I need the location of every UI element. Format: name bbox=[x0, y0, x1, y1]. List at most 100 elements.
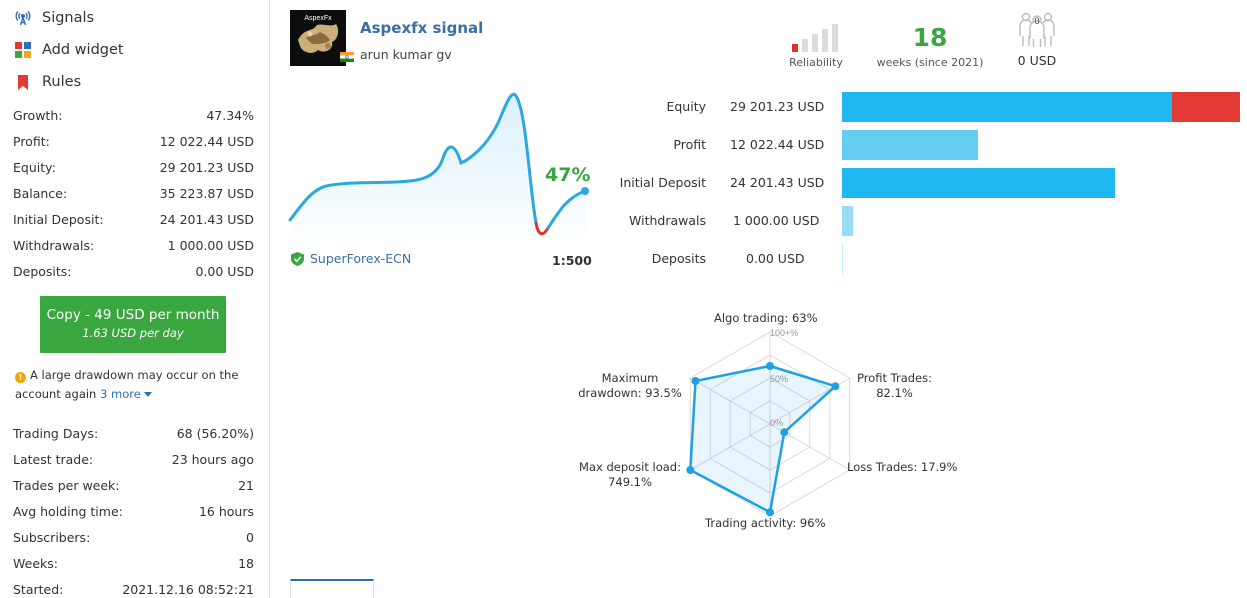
warning-icon: ! bbox=[15, 372, 26, 383]
reliability-bars bbox=[780, 22, 852, 52]
bar-equity[interactable] bbox=[842, 92, 1172, 122]
radar-point[interactable] bbox=[780, 428, 789, 437]
bar-label: Deposits bbox=[651, 251, 706, 266]
drawdown-segment bbox=[534, 221, 550, 236]
reliability-bar bbox=[832, 24, 838, 52]
bar-label-deposits: Deposits bbox=[600, 244, 706, 274]
sidebar-item-label: Rules bbox=[42, 74, 82, 90]
stat-subscribers: Subscribers: 0 bbox=[13, 527, 254, 547]
antenna-icon bbox=[14, 9, 32, 27]
stat-value: 0.00 USD bbox=[195, 263, 254, 279]
stat-label: Trades per week: bbox=[13, 477, 120, 493]
reliability-indicator: Reliability bbox=[780, 22, 852, 69]
radar-label-algo-trading: Algo trading: 63% bbox=[714, 311, 818, 325]
subscribers-count: 0 bbox=[1034, 16, 1039, 26]
growth-percent: 47% bbox=[545, 164, 591, 186]
bar-profit[interactable] bbox=[842, 130, 978, 160]
bar-withdrawals[interactable] bbox=[842, 206, 854, 236]
copy-button-label: Copy - 49 USD per month bbox=[46, 307, 220, 323]
stat-latest-trade: Latest trade: 23 hours ago bbox=[13, 449, 254, 469]
stat-label: Growth: bbox=[13, 107, 63, 123]
radar-label-loss-trades: Loss Trades: 17.9% bbox=[847, 460, 958, 474]
weeks-label: weeks (since 2021) bbox=[876, 56, 984, 69]
stat-value: 68 (56.20%) bbox=[176, 425, 254, 441]
radar-point[interactable] bbox=[686, 466, 695, 474]
stat-value: 18 bbox=[238, 555, 254, 571]
subscribers-funds: 0 USD bbox=[1017, 53, 1057, 68]
drawdown-warning: ! A large drawdown may occur on the accou… bbox=[15, 366, 255, 404]
reliability-bar bbox=[792, 44, 798, 52]
radar-label-max-drawdown: Maximum drawdown: 93.5% bbox=[578, 371, 682, 400]
copy-button[interactable]: Copy - 49 USD per month 1.63 USD per day bbox=[40, 296, 226, 353]
sidebar-item-label: Add widget bbox=[42, 42, 124, 58]
bar-value-withdrawals: 1 000.00 USD bbox=[733, 213, 820, 228]
stat-label: Weeks: bbox=[13, 555, 58, 571]
stat-label: Subscribers: bbox=[13, 529, 91, 545]
stat-value: 12 022.44 USD bbox=[159, 133, 254, 149]
stat-label: Started: bbox=[13, 581, 64, 597]
stat-balance: Balance: 35 223.87 USD bbox=[13, 183, 254, 203]
stat-profit: Profit: 12 022.44 USD bbox=[13, 131, 254, 151]
signal-avatar[interactable]: AspexFx bbox=[290, 10, 346, 66]
reliability-bar bbox=[822, 29, 828, 52]
growth-area bbox=[290, 94, 586, 248]
stat-value: 2021.12.16 08:52:21 bbox=[122, 581, 254, 597]
bar-deposits[interactable] bbox=[842, 244, 843, 274]
sidebar-item-signals[interactable]: Signals bbox=[14, 6, 94, 30]
radar-scale-label: 100+% bbox=[770, 328, 798, 338]
shield-check-icon bbox=[291, 251, 304, 266]
stat-value: 21 bbox=[238, 477, 254, 493]
stat-started: Started: 2021.12.16 08:52:21 bbox=[13, 579, 254, 598]
broker-name: SuperForex-ECN bbox=[310, 251, 412, 266]
sidebar-item-rules[interactable]: Rules bbox=[14, 70, 81, 94]
stat-value: 24 201.43 USD bbox=[159, 211, 254, 227]
sidebar-item-add-widget[interactable]: Add widget bbox=[14, 38, 124, 62]
stat-label: Avg holding time: bbox=[13, 503, 123, 519]
bar-value-deposits: 0.00 USD bbox=[746, 251, 805, 266]
copy-button-sub: 1.63 USD per day bbox=[82, 326, 184, 340]
stat-label: Withdrawals: bbox=[13, 237, 95, 253]
more-link[interactable]: 3 more bbox=[100, 387, 152, 401]
stat-label: Balance: bbox=[13, 185, 68, 201]
stat-value: 23 hours ago bbox=[171, 451, 254, 467]
radar-label-max-deposit-load: Max deposit load: 749.1% bbox=[579, 460, 681, 489]
stat-label: Profit: bbox=[13, 133, 50, 149]
bar-label-profit: Profit bbox=[600, 130, 706, 160]
reliability-label: Reliability bbox=[789, 56, 843, 69]
chevron-down-icon bbox=[143, 392, 152, 397]
stat-trading-days: Trading Days: 68 (56.20%) bbox=[13, 423, 254, 443]
stat-initial-deposit: Initial Deposit: 24 201.43 USD bbox=[13, 209, 254, 229]
bar-value-profit: 12 022.44 USD bbox=[730, 137, 825, 152]
weeks-indicator: 18 weeks (since 2021) bbox=[870, 22, 990, 69]
radar-point[interactable] bbox=[831, 382, 840, 391]
avatar-logo-text: AspexFx bbox=[304, 15, 332, 22]
bar-equity-loss[interactable] bbox=[1171, 92, 1240, 122]
radar-label-trading-activity: Trading activity: 96% bbox=[705, 516, 826, 530]
bar-label-withdrawals: Withdrawals bbox=[600, 206, 706, 236]
stat-withdrawals: Withdrawals: 1 000.00 USD bbox=[13, 235, 254, 255]
stat-trades-per-week: Trades per week: 21 bbox=[13, 475, 254, 495]
stat-value: 47.34% bbox=[206, 107, 254, 123]
author-name: arun kumar gv bbox=[360, 47, 452, 62]
stat-avg-holding-time: Avg holding time: 16 hours bbox=[13, 501, 254, 521]
bar-initial-deposit[interactable] bbox=[842, 168, 1116, 198]
radar-chart[interactable]: 100+% 50% 0% bbox=[560, 305, 980, 545]
stat-value: 16 hours bbox=[198, 503, 254, 519]
radar-point[interactable] bbox=[766, 362, 774, 370]
growth-end-point bbox=[581, 187, 589, 195]
radar-point[interactable] bbox=[691, 377, 700, 385]
stat-value: 29 201.23 USD bbox=[159, 159, 254, 175]
more-link-label: 3 more bbox=[100, 387, 141, 401]
leverage: 1:500 bbox=[552, 253, 592, 268]
stat-value: 1 000.00 USD bbox=[167, 237, 254, 253]
stat-label: Deposits: bbox=[13, 263, 72, 279]
bottom-tab[interactable] bbox=[290, 579, 374, 598]
bar-label: Equity bbox=[666, 99, 706, 114]
bar-label: Withdrawals bbox=[629, 213, 706, 228]
stat-deposits: Deposits: 0.00 USD bbox=[13, 261, 254, 281]
stat-value: 35 223.87 USD bbox=[159, 185, 254, 201]
stat-value: 0 bbox=[246, 529, 254, 545]
stat-label: Latest trade: bbox=[13, 451, 94, 467]
signal-name-link[interactable]: Aspexfx signal bbox=[360, 19, 483, 37]
broker-link[interactable]: SuperForex-ECN bbox=[291, 251, 411, 266]
